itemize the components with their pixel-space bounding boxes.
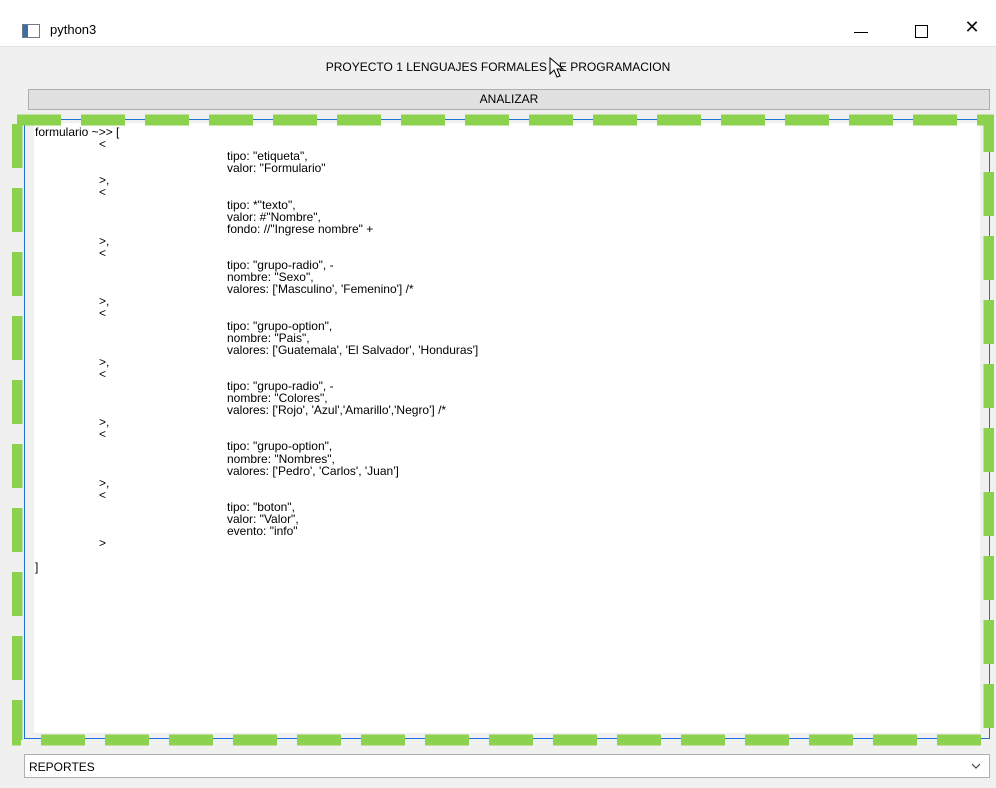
code-line: tipo: "grupo-option", xyxy=(227,318,333,333)
code-line: valores: ['Masculino', 'Femenino'] /* xyxy=(227,282,414,297)
code-line: evento: "info" xyxy=(227,524,298,539)
title-bar: python3 ✕ xyxy=(0,0,996,47)
code-line: fondo: //"Ingrese nombre" + xyxy=(227,221,374,236)
chevron-down-icon[interactable] xyxy=(971,762,981,770)
code-line: < xyxy=(99,185,107,200)
code-line: ] xyxy=(35,560,39,575)
code-line: nombre: "Pais", xyxy=(227,330,310,345)
mouse-cursor-icon xyxy=(549,57,565,78)
analyze-button[interactable]: ANALIZAR xyxy=(28,89,990,110)
code-line: tipo: "boton", xyxy=(227,499,295,514)
reports-dropdown[interactable]: REPORTES xyxy=(24,754,990,778)
code-line: formulario ~>> [ xyxy=(35,125,120,139)
maximize-icon[interactable] xyxy=(898,10,944,46)
close-icon[interactable]: ✕ xyxy=(949,10,995,46)
code-line: < xyxy=(99,245,107,260)
code-line: >, xyxy=(99,415,110,430)
code-line: tipo: "grupo-radio", - xyxy=(227,378,334,393)
reports-selected-value: REPORTES xyxy=(29,760,95,774)
code-line: valor: "Valor", xyxy=(227,512,299,526)
code-line: valor: #"Nombre", xyxy=(227,209,321,224)
code-line: tipo: *"texto", xyxy=(227,197,296,212)
code-line: >, xyxy=(99,233,110,248)
code-line: nombre: "Sexo", xyxy=(227,270,314,285)
minimize-icon[interactable] xyxy=(838,10,884,46)
code-line: valores: ['Rojo', 'Azul','Amarillo','Neg… xyxy=(227,403,447,418)
project-title: PROYECTO 1 LENGUAJES FORMALES DE PROGRAM… xyxy=(325,60,671,74)
code-line: nombre: "Colores", xyxy=(227,391,328,406)
code-line: nombre: "Nombres", xyxy=(227,451,335,466)
code-line: tipo: "etiqueta", xyxy=(227,149,308,164)
code-line: tipo: "grupo-option", xyxy=(227,439,333,454)
code-line: >, xyxy=(99,173,110,188)
code-line: > xyxy=(99,536,107,551)
code-line: >, xyxy=(99,294,110,309)
code-line: valores: ['Guatemala', 'El Salvador', 'H… xyxy=(227,342,479,357)
code-line: valor: "Formulario" xyxy=(227,161,326,176)
code-line: valores: ['Pedro', 'Carlos', 'Juan'] xyxy=(227,463,399,478)
editor-text[interactable]: formulario ~>> [< tipo: "etiqueta", valor:… xyxy=(35,125,935,575)
code-line: < xyxy=(99,487,107,502)
code-line: < xyxy=(99,366,107,381)
code-line: >, xyxy=(99,354,110,369)
code-line: >, xyxy=(99,475,110,490)
app-window-icon xyxy=(22,24,40,38)
code-line: < xyxy=(99,306,107,321)
code-line: < xyxy=(99,137,107,152)
window-title: python3 xyxy=(50,22,97,37)
code-line: tipo: "grupo-radio", - xyxy=(227,258,334,273)
code-line: < xyxy=(99,427,107,442)
